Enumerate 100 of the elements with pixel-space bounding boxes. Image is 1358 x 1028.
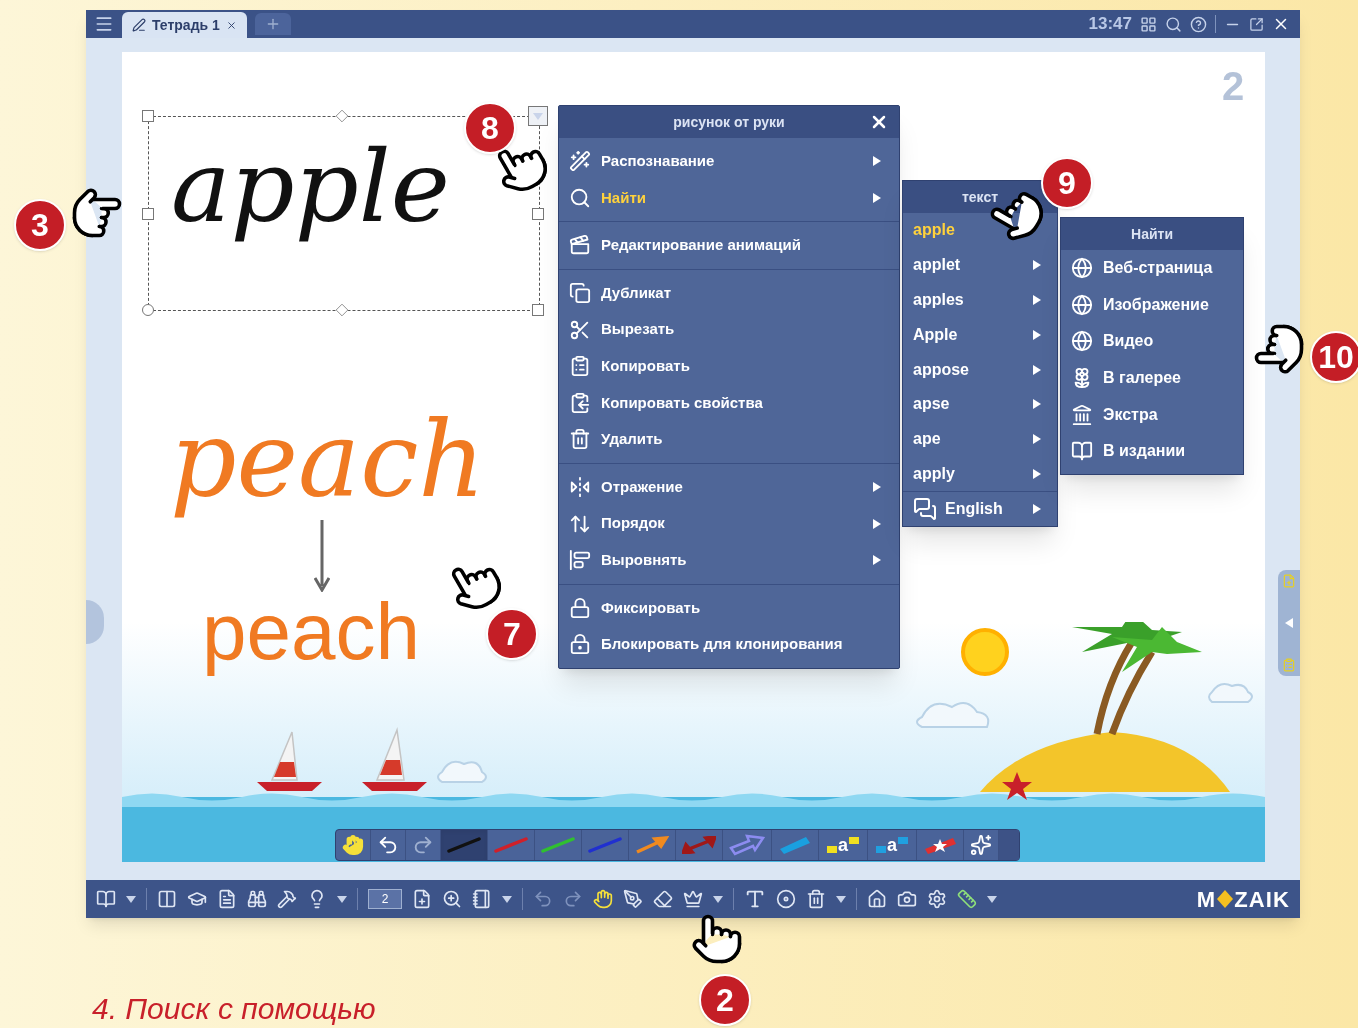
menu-item[interactable]: Блокировать для клонирования [559,626,899,663]
globe-icon [1071,330,1093,353]
submenu-arrow-icon [1033,399,1041,410]
globe-icon [1071,257,1093,280]
resize-handle[interactable] [142,208,154,220]
magic-tool-icon[interactable] [970,834,992,856]
menu-item[interactable]: Дубликат [559,274,899,312]
dropdown-caret-icon[interactable] [836,895,846,903]
dropdown-caret-icon[interactable] [987,895,997,903]
menu-item[interactable]: Распознавание [559,143,899,180]
callout-number: 3 [14,199,66,251]
clock: 13:47 [1088,13,1132,36]
object-menu-button[interactable] [528,106,548,126]
add-page-icon[interactable] [412,889,432,909]
menu-item[interactable]: Изображение [1061,286,1243,324]
menu-item[interactable]: Редактирование анимаций [559,227,899,264]
menu-item[interactable]: Вырезать [559,311,899,348]
resize-handle[interactable] [532,304,544,316]
grid-icon[interactable] [1140,15,1157,33]
menu-item[interactable]: apply [903,456,1057,492]
pen-toolbar-slot[interactable]: a [819,830,868,860]
text-marker-tool[interactable]: a [825,834,861,856]
eraser-icon[interactable] [653,889,673,909]
hand-tool-icon[interactable] [342,834,364,856]
submenu-arrow-icon [1033,434,1041,445]
tab-label: Тетрадь 1 [152,15,220,35]
menu-item[interactable]: ape [903,421,1057,457]
redo-icon[interactable] [412,834,434,856]
submenu-arrow-icon [1033,504,1041,515]
menu-item[interactable]: Выровнять [559,541,899,579]
collapse-arrow-icon [1285,618,1293,628]
crown-icon[interactable] [683,889,703,909]
trash-icon[interactable] [806,889,826,909]
dropdown-caret-icon[interactable] [337,895,347,903]
menu-item[interactable]: Порядок [559,505,899,542]
resize-handle[interactable] [532,208,544,220]
menu-title: рисунок от руки [559,106,899,138]
page-list-icon[interactable] [472,889,492,909]
submenu-arrow-icon [1033,468,1041,479]
grip-handle[interactable] [999,830,1019,860]
menu-item[interactable]: Apple [903,317,1057,353]
trash-icon [569,428,591,451]
undo-icon[interactable] [377,834,399,856]
home-icon[interactable] [867,889,887,909]
book-icon[interactable] [96,889,116,909]
menu-item[interactable]: Удалить [559,421,899,458]
hammer-icon[interactable] [277,889,297,909]
dropdown-caret-icon[interactable] [502,895,512,903]
notebook-tab[interactable]: Тетрадь 1 [122,12,247,38]
disc-icon[interactable] [776,889,796,909]
text-marker-tool[interactable]: a [874,834,910,856]
menu-title: Найти [1061,218,1243,250]
menu-item[interactable]: Фиксировать [559,589,899,627]
restore-icon[interactable] [1249,16,1264,32]
resize-handle[interactable] [142,304,154,316]
menu-item[interactable]: Копировать [559,347,899,385]
close-tab-icon[interactable] [225,19,237,31]
zoom-icon[interactable] [442,889,462,909]
dropdown-caret-icon[interactable] [713,895,723,903]
menu-item[interactable]: appose [903,352,1057,387]
page-number-field[interactable]: 2 [368,889,402,909]
menu-item[interactable]: apples [903,282,1057,318]
callout-number: 10 [1310,331,1358,383]
menu-item[interactable]: apse [903,387,1057,422]
menu-icon[interactable] [94,14,114,34]
pen-toolbar-slot[interactable]: a [868,830,917,860]
menu-item[interactable]: English [903,491,1057,527]
clapperboard-icon [569,234,591,257]
document-icon[interactable] [217,889,237,909]
dropdown-caret-icon[interactable] [126,895,136,903]
menu-item[interactable]: Экстра [1061,396,1243,433]
menu-item[interactable]: Найти [559,179,899,217]
resize-handle[interactable] [142,110,154,122]
submenu-arrow-icon [873,156,881,167]
menu-item[interactable]: applet [903,247,1057,283]
search-icon[interactable] [1165,15,1182,33]
columns-icon[interactable] [157,889,177,909]
star-marker-tool-icon[interactable] [923,835,957,855]
graduation-cap-icon[interactable] [187,889,207,909]
menu-item[interactable]: Веб-страница [1061,250,1243,287]
hand-tool-icon[interactable] [593,889,613,909]
menu-item[interactable]: В издании [1061,432,1243,470]
submenu-arrow-icon [873,482,881,493]
ruler-icon[interactable] [957,889,977,909]
cloud-drawing [437,760,487,783]
camera-icon[interactable] [897,889,917,909]
menu-item[interactable]: apple [903,213,1057,248]
menu-item[interactable]: Видео [1061,323,1243,360]
text-tool-icon[interactable] [744,888,766,910]
menu-item[interactable]: В галерее [1061,359,1243,397]
pen-icon[interactable] [623,889,643,909]
help-icon[interactable] [1190,15,1207,33]
clipboard-icon [569,355,591,378]
binoculars-icon[interactable] [247,889,267,909]
new-tab-button[interactable] [254,13,291,35]
menu-item[interactable]: Отражение [559,468,899,506]
menu-item[interactable]: Копировать свойства [559,384,899,422]
settings-icon[interactable] [927,889,947,909]
clipboard-icon[interactable] [1282,658,1296,672]
pointing-hand-icon [690,912,744,966]
